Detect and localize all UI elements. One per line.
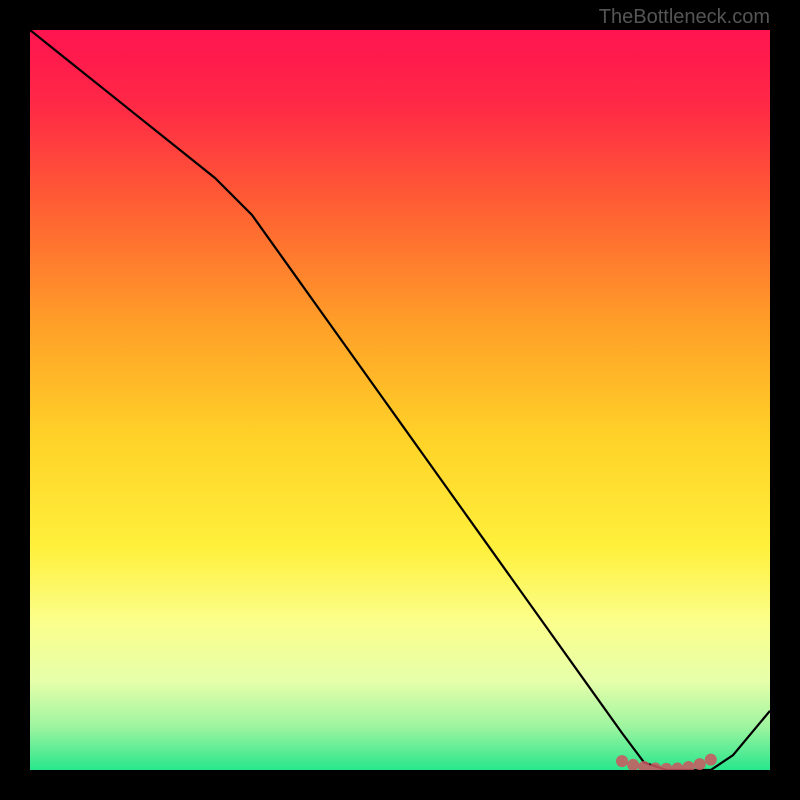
chart-background	[30, 30, 770, 770]
chart-marker	[705, 754, 717, 766]
chart-marker	[694, 758, 706, 770]
chart-plot-area	[30, 30, 770, 770]
chart-marker	[616, 755, 628, 767]
watermark-text: TheBottleneck.com	[599, 6, 770, 29]
chart-svg	[30, 30, 770, 770]
